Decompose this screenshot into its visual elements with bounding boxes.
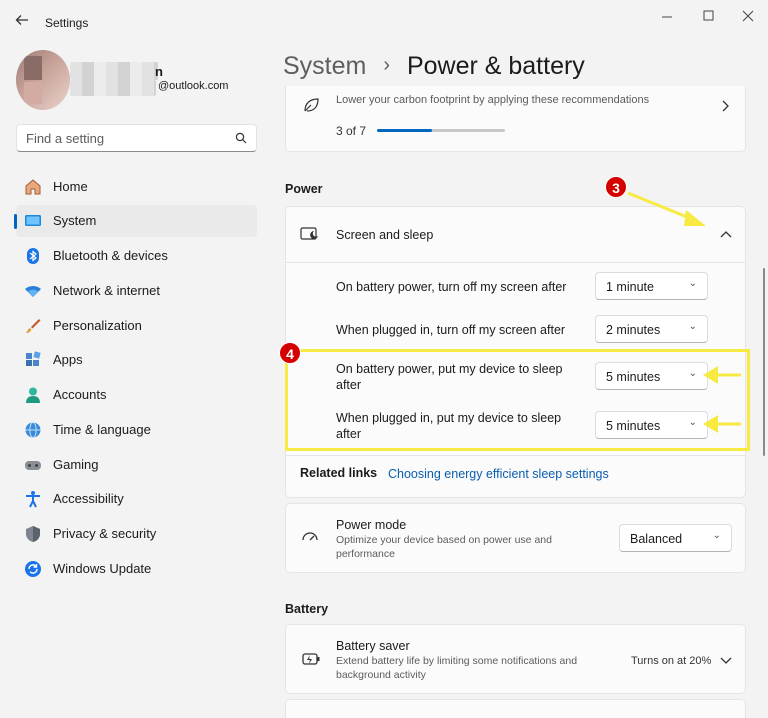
battery-saver-desc: Extend battery life by limiting some not…	[336, 655, 578, 681]
sidebar-item-label: Time & language	[53, 422, 151, 437]
bluetooth-icon	[27, 248, 39, 264]
sidebar-item-system[interactable]: System	[14, 205, 257, 237]
sidebar-item-label: Home	[53, 179, 88, 194]
sidebar-item-label: System	[53, 213, 97, 228]
sidebar-item-label: Gaming	[53, 457, 99, 472]
selection-indicator	[14, 214, 17, 229]
recommendations-card[interactable]: Lower your carbon footprint by applying …	[285, 86, 746, 152]
user-email: @outlook.com	[158, 80, 229, 92]
power-mode-desc: Optimize your device based on power use …	[336, 534, 552, 560]
gamepad-icon	[25, 461, 41, 470]
battery-saver-status: Turns on at 20%	[631, 655, 712, 667]
screen-sleep-icon	[300, 227, 318, 240]
sidebar-item-label: Windows Update	[53, 561, 152, 576]
sidebar-item-windows-update[interactable]: Windows Update	[16, 553, 257, 585]
related-links-label: Related links	[300, 466, 378, 480]
apps-icon	[26, 351, 41, 366]
window-title: Settings	[45, 16, 89, 30]
chevron-down-icon: ⌄	[688, 278, 697, 289]
sidebar-item-privacy[interactable]: Privacy & security	[16, 518, 257, 550]
globe-icon	[25, 422, 41, 438]
energy-sleep-link[interactable]: Choosing energy efficient sleep settings	[388, 467, 609, 481]
home-icon	[25, 179, 41, 195]
accounts-icon	[26, 387, 40, 403]
sleep-settings-highlight	[285, 349, 750, 451]
accessibility-icon	[26, 491, 40, 508]
step-4-badge: 4	[279, 342, 301, 364]
user-email-blurred	[70, 80, 156, 96]
recommendations-progress-track	[377, 129, 505, 132]
sidebar-item-personalization[interactable]: Personalization	[16, 310, 257, 342]
shield-icon	[26, 526, 40, 542]
maximize-icon[interactable]	[702, 9, 716, 23]
page-title: Power & battery	[406, 52, 585, 80]
screen-sleep-title: Screen and sleep	[336, 228, 434, 242]
avatar[interactable]	[16, 50, 70, 110]
battery-saver-title: Battery saver	[336, 639, 410, 653]
step-3-badge: 3	[605, 176, 627, 198]
sidebar-item-label: Accounts	[53, 387, 107, 402]
back-arrow-icon[interactable]	[14, 12, 30, 28]
sidebar-item-gaming[interactable]: Gaming	[16, 449, 257, 481]
power-mode-dropdown[interactable]: Balanced ⌄	[619, 524, 732, 552]
sidebar-item-bluetooth[interactable]: Bluetooth & devices	[16, 240, 257, 272]
recommendations-text: Lower your carbon footprint by applying …	[336, 94, 650, 106]
sidebar-item-home[interactable]: Home	[16, 171, 257, 203]
power-mode-title: Power mode	[336, 518, 407, 532]
sidebar-item-label: Bluetooth & devices	[53, 248, 168, 263]
sidebar-item-label: Accessibility	[53, 491, 124, 506]
sidebar-item-label: Personalization	[53, 318, 142, 333]
chevron-up-icon[interactable]	[720, 230, 732, 240]
breadcrumb: System › Power & battery	[283, 52, 585, 84]
screen-sleep-header[interactable]: Screen and sleep	[286, 207, 745, 263]
sidebar-item-time-language[interactable]: Time & language	[16, 414, 257, 446]
battery-saver-icon	[302, 653, 320, 665]
sidebar-item-label: Apps	[53, 352, 83, 367]
breadcrumb-separator: ›	[383, 54, 390, 76]
search-input[interactable]: Find a setting	[16, 124, 257, 152]
setting-row-label: When plugged in, turn off my screen afte…	[336, 323, 566, 337]
sidebar-item-accessibility[interactable]: Accessibility	[16, 483, 257, 515]
next-card-partial	[285, 699, 746, 718]
power-mode-icon	[302, 532, 318, 541]
dropdown-value: Balanced	[630, 532, 683, 546]
sidebar-item-label: Privacy & security	[53, 526, 157, 541]
chevron-down-icon: ⌄	[712, 530, 721, 541]
battery-saver-card[interactable]: Battery saver Extend battery life by lim…	[285, 624, 746, 694]
scrollbar-thumb[interactable]	[763, 268, 765, 456]
power-mode-card: Power mode Optimize your device based on…	[285, 503, 746, 573]
dropdown-value: 2 minutes	[606, 323, 661, 337]
sidebar-item-apps[interactable]: Apps	[16, 344, 257, 376]
related-links-row: Related links Choosing energy efficient …	[286, 455, 745, 498]
sidebar-item-network[interactable]: Network & internet	[16, 275, 257, 307]
screen-off-plugged-dropdown[interactable]: 2 minutes ⌄	[595, 315, 708, 343]
breadcrumb-parent[interactable]: System	[283, 52, 366, 80]
update-icon	[25, 561, 41, 577]
system-icon	[25, 215, 41, 226]
leaf-icon	[304, 98, 319, 112]
sidebar-item-label: Network & internet	[53, 283, 160, 298]
sidebar-item-accounts[interactable]: Accounts	[16, 379, 257, 411]
power-section-header: Power	[285, 182, 323, 196]
user-name-blurred	[70, 62, 158, 80]
user-name-suffix: n	[155, 64, 163, 79]
chevron-down-icon: ⌄	[688, 321, 697, 332]
chevron-down-icon[interactable]	[720, 656, 732, 666]
recommendations-progress-text: 3 of 7	[336, 124, 367, 138]
recommendations-progress-fill	[377, 129, 433, 132]
brush-icon	[26, 319, 41, 333]
minimize-icon[interactable]	[660, 10, 674, 24]
battery-section-header: Battery	[285, 602, 329, 616]
search-placeholder: Find a setting	[26, 131, 105, 146]
dropdown-value: 1 minute	[606, 280, 654, 294]
search-icon	[235, 132, 247, 144]
wifi-icon	[25, 285, 41, 297]
setting-row-label: On battery power, turn off my screen aft…	[336, 280, 567, 294]
chevron-right-icon[interactable]	[720, 100, 730, 112]
screen-off-battery-dropdown[interactable]: 1 minute ⌄	[595, 272, 708, 300]
close-icon[interactable]	[741, 9, 755, 23]
